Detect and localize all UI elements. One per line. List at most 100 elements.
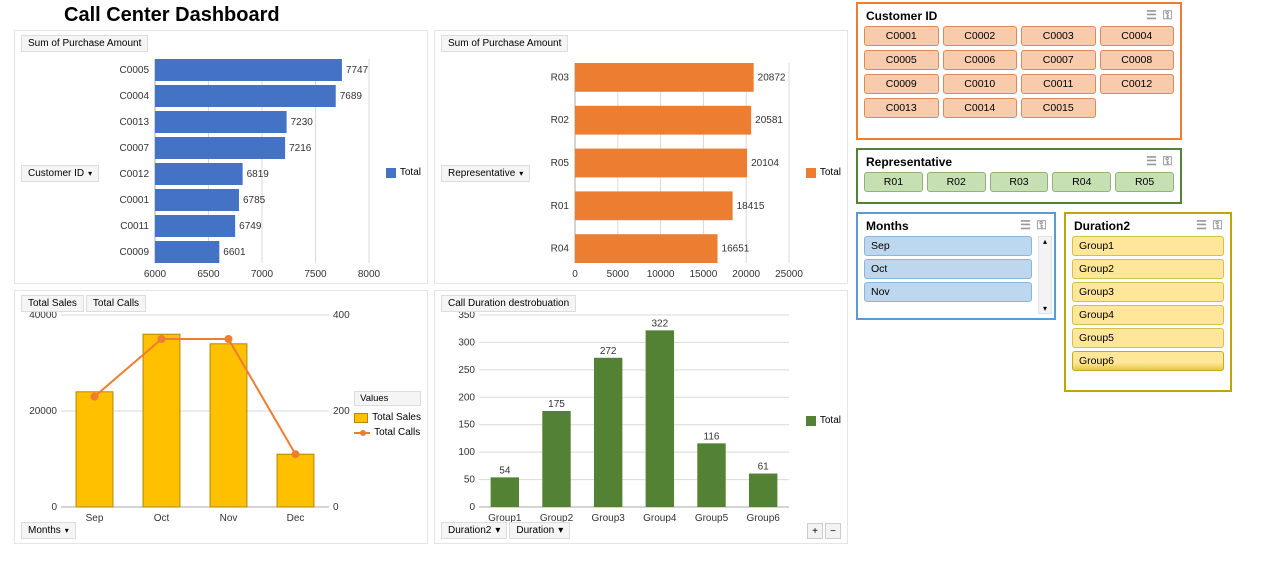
legend-item-total: Total [806,167,841,178]
axis-filter-duration[interactable]: Duration ▾ [509,522,570,539]
axis-filter-representative[interactable]: Representative ▾ [441,165,530,182]
slicer-item-c0001[interactable]: C0001 [864,26,939,46]
svg-text:25000: 25000 [775,269,803,280]
chart-title: Call Duration destrobuation [441,295,576,312]
tab-total-calls[interactable]: Total Calls [86,295,146,312]
slicer-item-group3[interactable]: Group3 [1072,282,1224,302]
tab-total-sales[interactable]: Total Sales [21,295,84,312]
chart-customer-purchase: Sum of Purchase Amount Customer ID ▾ Tot… [14,30,428,284]
slicer-duration2: Duration2 ☰ ⚿ Group1Group2Group3Group4Gr… [1064,212,1232,392]
svg-text:C0004: C0004 [120,91,150,102]
svg-text:7747: 7747 [346,65,369,76]
legend-item-total: Total [386,167,421,178]
svg-text:6000: 6000 [144,269,167,280]
slicer-representative: Representative ☰ ⚿ R01R02R03R04R05 [856,148,1182,204]
slicer-item-c0015[interactable]: C0015 [1021,98,1096,118]
legend-item-total-calls: Total Calls [354,427,421,438]
slicer-item-group2[interactable]: Group2 [1072,259,1224,279]
chart-duration: Call Duration destrobuation Duration2 ▾ … [434,290,848,544]
slicer-item-c0014[interactable]: C0014 [943,98,1018,118]
slicer-item-c0011[interactable]: C0011 [1021,74,1096,94]
slicer-item-c0008[interactable]: C0008 [1100,50,1175,70]
slicer-item-nov[interactable]: Nov [864,282,1032,302]
axis-filter-label: Representative [448,168,515,179]
slicer-item-c0002[interactable]: C0002 [943,26,1018,46]
slicer-item-c0003[interactable]: C0003 [1021,26,1096,46]
slicer-item-c0007[interactable]: C0007 [1021,50,1096,70]
svg-text:R04: R04 [551,244,570,255]
slicer-item-r04[interactable]: R04 [1052,172,1111,192]
chart-rep-purchase: Sum of Purchase Amount Representative ▾ … [434,30,848,284]
slicer-item-c0006[interactable]: C0006 [943,50,1018,70]
svg-text:C0011: C0011 [120,221,149,232]
svg-text:10000: 10000 [647,269,675,280]
legend-label: Total [820,415,841,426]
chart-monthly: Total Sales Total Calls Months ▾ Values … [14,290,428,544]
svg-text:6500: 6500 [197,269,220,280]
slicer-item-c0012[interactable]: C0012 [1100,74,1175,94]
scroll-up-icon[interactable]: ▴ [1043,237,1047,246]
svg-text:C0005: C0005 [120,65,150,76]
svg-text:Group3: Group3 [591,513,625,524]
legend-item-total: Total [806,415,841,426]
slicer-item-r05[interactable]: R05 [1115,172,1174,192]
svg-text:100: 100 [458,447,475,458]
multi-select-icon[interactable]: ☰ [1196,218,1207,233]
svg-text:54: 54 [499,465,511,476]
svg-text:Sep: Sep [86,513,104,524]
slicer-item-c0009[interactable]: C0009 [864,74,939,94]
multi-select-icon[interactable]: ☰ [1020,218,1031,233]
clear-filter-icon[interactable]: ⚿ [1163,154,1172,169]
svg-text:6749: 6749 [239,221,262,232]
svg-text:16651: 16651 [722,244,750,255]
axis-filter-duration2[interactable]: Duration2 ▾ [441,522,507,539]
slicer-item-c0013[interactable]: C0013 [864,98,939,118]
slicer-item-c0004[interactable]: C0004 [1100,26,1175,46]
legend-label: Total Calls [374,427,420,438]
svg-text:272: 272 [600,346,617,357]
chevron-down-icon: ▾ [558,525,563,536]
axis-filter-customer-id[interactable]: Customer ID ▾ [21,165,99,182]
svg-text:7689: 7689 [340,91,363,102]
slicer-item-sep[interactable]: Sep [864,236,1032,256]
clear-filter-icon[interactable]: ⚿ [1037,218,1046,233]
multi-select-icon[interactable]: ☰ [1146,8,1157,23]
svg-text:6601: 6601 [223,247,246,258]
svg-text:7500: 7500 [304,269,327,280]
clear-filter-icon[interactable]: ⚿ [1163,8,1172,23]
slicer-item-c0005[interactable]: C0005 [864,50,939,70]
svg-text:R03: R03 [551,72,570,83]
slicer-item-group1[interactable]: Group1 [1072,236,1224,256]
svg-text:150: 150 [458,420,475,431]
scroll-down-icon[interactable]: ▾ [1043,304,1047,313]
slicer-item-group5[interactable]: Group5 [1072,328,1224,348]
svg-text:Group5: Group5 [695,513,729,524]
slicer-customer-id: Customer ID ☰ ⚿ C0001C0002C0003C0004C000… [856,2,1182,140]
slicer-item-group4[interactable]: Group4 [1072,305,1224,325]
svg-text:C0001: C0001 [120,195,150,206]
svg-text:R05: R05 [551,158,570,169]
svg-text:C0012: C0012 [120,169,150,180]
axis-filter-months[interactable]: Months ▾ [21,522,76,539]
slicer-item-group6[interactable]: Group6 [1072,351,1224,371]
svg-text:Dec: Dec [287,513,305,524]
axis-filter-label: Duration2 [448,525,491,536]
svg-text:Oct: Oct [154,513,170,524]
clear-filter-icon[interactable]: ⚿ [1213,218,1222,233]
collapse-button[interactable]: − [825,523,841,539]
legend-label: Total [400,167,421,178]
svg-text:0: 0 [333,502,339,513]
scrollbar[interactable]: ▴ ▾ [1038,236,1052,314]
slicer-item-c0010[interactable]: C0010 [943,74,1018,94]
slicer-item-oct[interactable]: Oct [864,259,1032,279]
chevron-down-icon: ▾ [519,169,523,178]
slicer-item-r02[interactable]: R02 [927,172,986,192]
legend-label: Total Sales [372,412,421,423]
slicer-title: Representative [866,155,952,169]
slicer-item-r01[interactable]: R01 [864,172,923,192]
multi-select-icon[interactable]: ☰ [1146,154,1157,169]
slicer-item-r03[interactable]: R03 [990,172,1049,192]
slicer-months: Months ☰ ⚿ SepOctNov ▴ ▾ [856,212,1056,320]
svg-text:18415: 18415 [737,201,765,212]
expand-button[interactable]: + [807,523,823,539]
